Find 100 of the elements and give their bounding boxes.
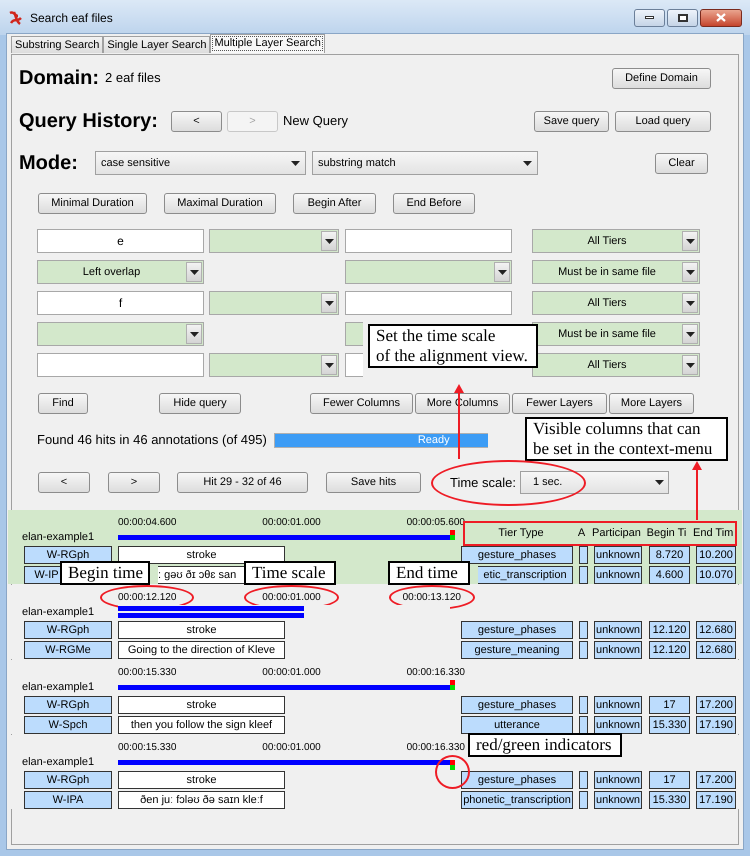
column-header[interactable]: Participan [592, 524, 640, 542]
begin-time-label: 00:00:04.600 [118, 516, 176, 530]
dropdown[interactable] [209, 291, 339, 315]
caret-icon [190, 332, 198, 336]
caret-icon [686, 238, 694, 244]
caret-icon [523, 160, 532, 166]
time-scale-label: 00:00:01.000 [262, 516, 321, 530]
define-domain-button[interactable]: Define Domain [612, 68, 711, 88]
dropdown[interactable]: Must be in same file [532, 260, 700, 284]
constraint-button[interactable]: Maximal Duration [164, 192, 276, 214]
constraint-button[interactable]: Begin After [293, 192, 376, 214]
caret-icon [190, 270, 198, 274]
callout-note: Time scale [244, 561, 336, 585]
layout-button[interactable]: More Layers [609, 393, 694, 414]
tier-cell: 12.680 [696, 641, 736, 659]
tier-cell: 17 [649, 771, 690, 789]
current-query: New Query [283, 112, 348, 130]
hide-query-button[interactable]: Hide query [159, 393, 241, 414]
constraint-button[interactable]: Minimal Duration [38, 192, 147, 214]
caret-icon [655, 480, 664, 485]
callout-note: Visible columns that can be set in the context-menu [525, 417, 728, 461]
dropdown[interactable]: Must be in same file [532, 322, 700, 346]
tier-cell: 15.330 [649, 716, 690, 734]
caret-icon [291, 160, 300, 166]
tier-cell: 17.200 [696, 696, 736, 714]
constraint-button[interactable]: End Before [393, 192, 475, 214]
input-field[interactable] [345, 291, 512, 315]
tier-cell [579, 641, 588, 659]
tier-cell: 8.720 [649, 546, 690, 564]
app-logo-icon [8, 10, 24, 26]
load-query-button[interactable]: Load query [615, 110, 711, 132]
file-name: elan-example1 [21, 604, 96, 620]
callout-note: Begin time [60, 561, 150, 585]
tier-cell: W-RGph [24, 546, 112, 564]
dropdown[interactable] [345, 322, 363, 346]
tier-cell: 12.120 [649, 621, 690, 639]
annotation-cell: stroke [118, 696, 285, 714]
dropdown[interactable]: Left overlap [37, 260, 204, 284]
tier-cell: gesture_phases [461, 696, 573, 714]
column-header[interactable]: Begin Ti [646, 524, 687, 542]
tab[interactable]: Single Layer Search [103, 36, 210, 53]
tier-cell: W-Spch [24, 716, 112, 734]
tier-cell: 17 [649, 696, 690, 714]
tier-cell: gesture_phases [461, 771, 573, 789]
time-scale-label: 00:00:01.000 [262, 666, 321, 680]
tier-cell [579, 696, 588, 714]
find-button[interactable]: Find [38, 393, 88, 414]
end-time-label: 00:00:16.330 [406, 740, 465, 754]
dropdown[interactable] [345, 260, 512, 284]
annotation-cell: stroke [118, 621, 285, 639]
tier-cell: unknown [594, 621, 642, 639]
tier-cell: W-RGph [24, 696, 112, 714]
input-field[interactable] [37, 353, 204, 377]
input-field[interactable] [345, 353, 363, 377]
previous-hits-button[interactable]: < [38, 472, 90, 493]
minimize-button[interactable] [634, 8, 665, 26]
tier-cell: etic_transcription [478, 566, 573, 584]
dropdown[interactable]: All Tiers [532, 291, 700, 315]
close-button[interactable] [700, 8, 742, 26]
hit-range-button[interactable]: Hit 29 - 32 of 46 [177, 472, 308, 493]
column-header[interactable]: Tier Type [471, 524, 571, 542]
tier-cell: unknown [594, 696, 642, 714]
begin-time-label: 00:00:15.330 [118, 666, 176, 680]
clear-button[interactable]: Clear [655, 152, 708, 174]
tier-cell [579, 621, 588, 639]
mode-dropdown[interactable]: case sensitive [95, 151, 306, 175]
tier-cell: W-RGph [24, 771, 112, 789]
dropdown[interactable] [209, 353, 339, 377]
tab[interactable]: Substring Search [11, 36, 104, 53]
previous-query-button[interactable]: < [171, 110, 222, 132]
dropdown[interactable]: All Tiers [532, 353, 700, 377]
tier-cell: W-RGMe [24, 641, 112, 659]
caret-icon [686, 300, 694, 306]
save-query-button[interactable]: Save query [534, 110, 609, 132]
dropdown[interactable] [209, 229, 339, 253]
next-hits-button[interactable]: > [108, 472, 160, 493]
caret-icon [498, 270, 506, 274]
input-field[interactable]: e [37, 229, 204, 253]
dropdown[interactable]: All Tiers [532, 229, 700, 253]
domain-label: Domain: [19, 66, 99, 91]
query-history-label: Query History: [19, 109, 159, 134]
input-field[interactable] [345, 229, 512, 253]
column-header[interactable]: A [577, 524, 586, 542]
input-field[interactable]: f [37, 291, 204, 315]
save-hits-button[interactable]: Save hits [326, 472, 421, 493]
begin-time-label: 00:00:15.330 [118, 740, 176, 754]
layout-button[interactable]: Fewer Columns [310, 393, 413, 414]
dropdown[interactable] [37, 322, 204, 346]
column-header[interactable]: End Tim [693, 524, 733, 542]
time-scale-dropdown[interactable]: 1 sec. [520, 471, 669, 494]
mode-dropdown[interactable]: substring match [312, 151, 538, 175]
maximize-button[interactable] [667, 8, 698, 26]
tier-cell [579, 791, 588, 809]
mode-label: Mode: [19, 151, 79, 176]
layout-button[interactable]: Fewer Layers [512, 393, 607, 414]
tier-cell: 15.330 [649, 791, 690, 809]
tab[interactable]: Multiple Layer Search [210, 34, 325, 53]
tier-cell: gesture_meaning [461, 641, 573, 659]
file-name: elan-example1 [21, 754, 96, 770]
domain-value: 2 eaf files [105, 69, 161, 88]
